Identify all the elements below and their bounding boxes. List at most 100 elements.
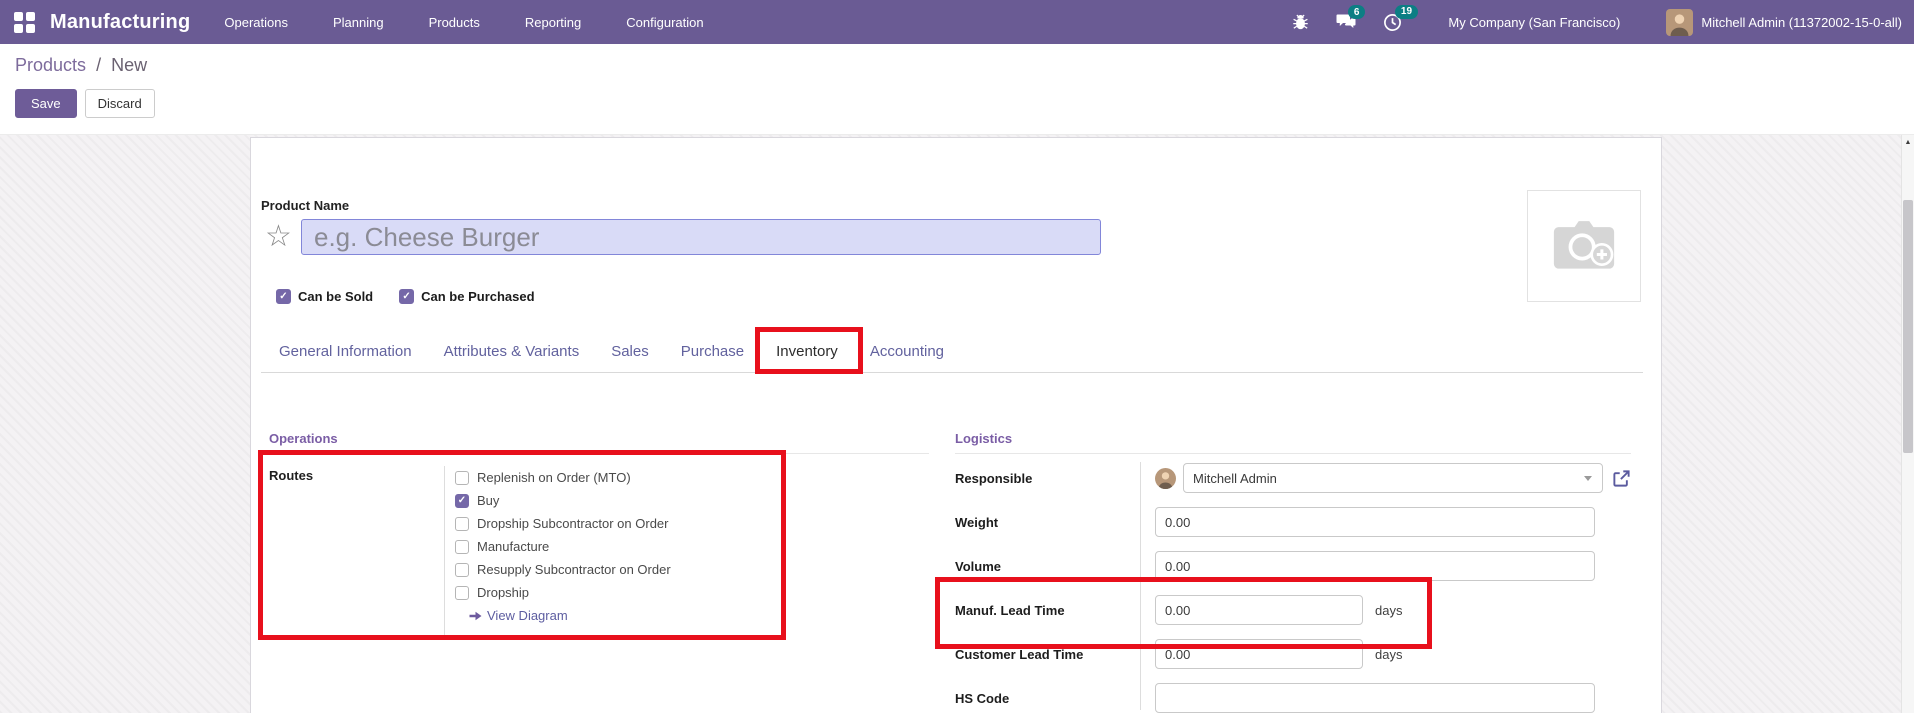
operations-title: Operations bbox=[269, 431, 929, 454]
routes-list: Replenish on Order (MTO) Buy Dropship Su… bbox=[444, 466, 671, 635]
volume-label: Volume bbox=[955, 558, 1001, 574]
logistics-section: Logistics Responsible Mitchell Admin Wei… bbox=[935, 431, 1631, 713]
hs-code-input[interactable] bbox=[1155, 683, 1595, 713]
customer-lead-time-label: Customer Lead Time bbox=[955, 646, 1084, 662]
tab-accounting[interactable]: Accounting bbox=[854, 330, 960, 372]
route-replenish-mto[interactable]: Replenish on Order (MTO) bbox=[455, 466, 671, 489]
top-navbar: Manufacturing Operations Planning Produc… bbox=[0, 0, 1914, 44]
route-manufacture-label: Manufacture bbox=[477, 539, 550, 554]
route-manufacture[interactable]: Manufacture bbox=[455, 535, 671, 558]
tab-attributes-variants[interactable]: Attributes & Variants bbox=[428, 330, 596, 372]
hs-code-label: HS Code bbox=[955, 690, 1010, 706]
user-avatar[interactable] bbox=[1666, 8, 1694, 36]
menu-reporting[interactable]: Reporting bbox=[525, 15, 581, 30]
route-dropship-subcontractor-label: Dropship Subcontractor on Order bbox=[477, 516, 669, 531]
breadcrumb-products-link[interactable]: Products bbox=[15, 55, 86, 75]
product-title-left: Product Name ☆ Can be Sold Can be Purcha… bbox=[261, 198, 1101, 304]
sale-purchase-options: Can be Sold Can be Purchased bbox=[276, 289, 1101, 304]
menu-products[interactable]: Products bbox=[429, 15, 480, 30]
manufacturing-app-window: Manufacturing Operations Planning Produc… bbox=[0, 0, 1914, 713]
activities-badge: 19 bbox=[1395, 4, 1418, 19]
weight-row: Weight bbox=[955, 506, 1631, 538]
manuf-lead-time-row: Manuf. Lead Time days bbox=[935, 577, 1631, 649]
manuf-lead-time-unit: days bbox=[1375, 602, 1403, 618]
customer-lead-time-input[interactable] bbox=[1155, 639, 1363, 669]
tab-inventory-label: Inventory bbox=[776, 342, 838, 360]
messages-badge: 6 bbox=[1348, 5, 1365, 19]
route-resupply-subcontractor[interactable]: Resupply Subcontractor on Order bbox=[455, 558, 671, 581]
route-buy[interactable]: Buy bbox=[455, 489, 671, 512]
breadcrumb-current: New bbox=[111, 55, 148, 75]
route-resupply-subcontractor-label: Resupply Subcontractor on Order bbox=[477, 562, 671, 577]
user-menu[interactable]: Mitchell Admin (11372002-15-0-all) bbox=[1701, 15, 1902, 30]
can-be-purchased-label: Can be Purchased bbox=[421, 289, 535, 304]
can-be-sold-label: Can be Sold bbox=[298, 289, 374, 304]
scrollbar-thumb[interactable] bbox=[1903, 200, 1913, 453]
main-menu: Operations Planning Products Reporting C… bbox=[224, 15, 703, 30]
control-panel: Products / New Save Discard bbox=[0, 44, 1914, 135]
favorite-star-icon[interactable]: ☆ bbox=[265, 220, 301, 254]
responsible-avatar bbox=[1155, 467, 1176, 489]
product-title-block: Product Name ☆ Can be Sold Can be Purcha… bbox=[261, 190, 1643, 304]
view-diagram-label: View Diagram bbox=[487, 608, 568, 623]
app-name[interactable]: Manufacturing bbox=[50, 11, 190, 34]
route-resupply-subcontractor-checkbox[interactable] bbox=[455, 562, 469, 577]
route-replenish-mto-checkbox[interactable] bbox=[455, 470, 469, 485]
route-buy-checkbox[interactable] bbox=[455, 493, 469, 508]
label-field-divider bbox=[1140, 462, 1141, 710]
scrollbar-up-arrow[interactable]: ▲ bbox=[1902, 135, 1914, 149]
responsible-label: Responsible bbox=[955, 470, 1033, 486]
can-be-purchased-option[interactable]: Can be Purchased bbox=[399, 289, 535, 304]
tab-sales[interactable]: Sales bbox=[595, 330, 665, 372]
route-dropship-subcontractor[interactable]: Dropship Subcontractor on Order bbox=[455, 512, 671, 535]
breadcrumb: Products / New bbox=[15, 55, 1898, 76]
save-button[interactable]: Save bbox=[15, 89, 77, 118]
route-buy-label: Buy bbox=[477, 493, 500, 508]
apps-menu-icon[interactable] bbox=[14, 11, 35, 33]
logistics-field-group: Responsible Mitchell Admin Weight 0.00 V… bbox=[935, 462, 1631, 713]
control-panel-buttons: Save Discard bbox=[15, 89, 1898, 118]
tab-purchase[interactable]: Purchase bbox=[665, 330, 760, 372]
volume-input[interactable] bbox=[1155, 551, 1595, 581]
menu-configuration[interactable]: Configuration bbox=[626, 15, 703, 30]
product-name-label: Product Name bbox=[261, 198, 350, 213]
menu-operations[interactable]: Operations bbox=[224, 15, 288, 30]
product-name-input[interactable] bbox=[301, 219, 1101, 255]
weight-input[interactable] bbox=[1155, 507, 1595, 537]
company-switcher[interactable]: My Company (San Francisco) bbox=[1448, 15, 1620, 30]
breadcrumb-separator: / bbox=[96, 55, 102, 75]
route-dropship-checkbox[interactable] bbox=[455, 585, 469, 600]
view-diagram-link[interactable]: View Diagram bbox=[469, 608, 671, 623]
hs-code-row: HS Code bbox=[955, 682, 1631, 713]
manuf-lead-time-input[interactable] bbox=[1155, 595, 1363, 625]
can-be-purchased-checkbox[interactable] bbox=[399, 289, 415, 304]
menu-planning[interactable]: Planning bbox=[333, 15, 384, 30]
debug-icon[interactable] bbox=[1292, 13, 1309, 31]
dropdown-caret-icon[interactable] bbox=[1584, 476, 1592, 481]
routes-field-group: Routes Replenish on Order (MTO) Buy bbox=[258, 450, 929, 640]
volume-row: Volume bbox=[955, 550, 1631, 582]
route-replenish-mto-label: Replenish on Order (MTO) bbox=[477, 470, 631, 485]
can-be-sold-option[interactable]: Can be Sold bbox=[276, 289, 373, 304]
discard-button[interactable]: Discard bbox=[84, 89, 155, 118]
responsible-input[interactable] bbox=[1183, 463, 1603, 493]
can-be-sold-checkbox[interactable] bbox=[276, 289, 291, 304]
route-dropship[interactable]: Dropship bbox=[455, 581, 671, 604]
route-manufacture-checkbox[interactable] bbox=[455, 539, 469, 554]
external-link-icon[interactable] bbox=[1612, 469, 1631, 488]
messages-icon[interactable]: 6 bbox=[1336, 5, 1365, 31]
tab-general-information[interactable]: General Information bbox=[263, 330, 428, 372]
route-dropship-subcontractor-checkbox[interactable] bbox=[455, 516, 469, 531]
vertical-scrollbar[interactable]: ▲ bbox=[1901, 135, 1914, 713]
activities-icon[interactable]: 19 bbox=[1383, 4, 1418, 32]
customer-lead-time-unit: days bbox=[1375, 646, 1403, 662]
camera-plus-icon bbox=[1553, 221, 1615, 269]
responsible-row: Responsible bbox=[955, 462, 1631, 494]
hs-code-field bbox=[1140, 683, 1595, 713]
inventory-tab-content: Operations Routes Replenish on Order (MT… bbox=[258, 373, 1643, 713]
tab-inventory[interactable]: Inventory bbox=[755, 327, 863, 374]
customer-lead-time-row: Customer Lead Time days bbox=[955, 638, 1631, 670]
routes-label: Routes bbox=[269, 468, 314, 483]
product-image-placeholder[interactable] bbox=[1527, 190, 1641, 302]
logistics-title: Logistics bbox=[955, 431, 1631, 454]
